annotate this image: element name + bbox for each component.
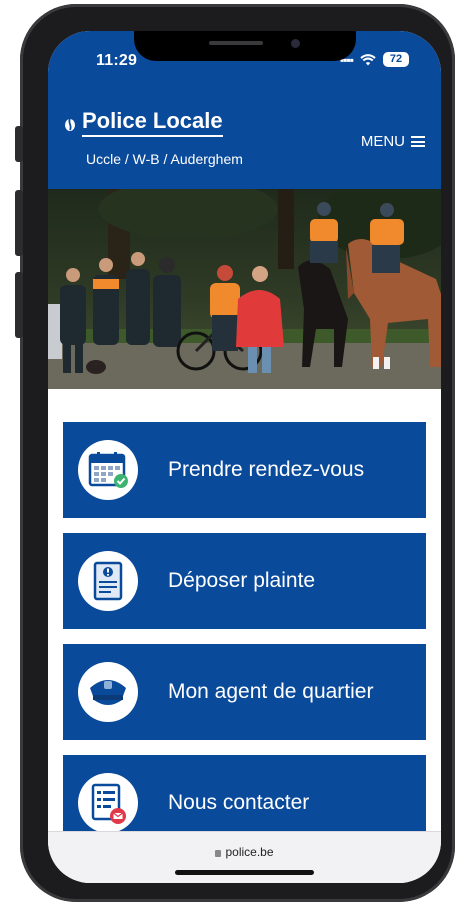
hero-photo [48, 189, 441, 389]
complaint-label: Déposer plainte [168, 569, 316, 592]
status-icons: ▪▪▪▪ 72 [340, 52, 409, 67]
calendar-check-icon [88, 452, 128, 488]
wifi-icon [360, 53, 376, 65]
contact-label: Nous contacter [168, 791, 310, 814]
file-complaint-button[interactable]: Déposer plainte [63, 533, 426, 629]
site-subtitle: Uccle / W-B / Auderghem [86, 151, 243, 167]
volume-down-button [15, 272, 23, 338]
team-photo-image [48, 189, 441, 389]
contact-us-button[interactable]: Nous contacter [63, 755, 426, 831]
menu-label: MENU [360, 133, 405, 150]
front-camera [291, 39, 300, 48]
officer-label: Mon agent de quartier [168, 680, 374, 703]
browser-address-bar[interactable]: police.be [48, 831, 441, 883]
status-time: 11:29 [96, 52, 138, 69]
site-logo-link[interactable]: Police Locale [64, 110, 223, 137]
appointment-label: Prendre rendez-vous [168, 458, 365, 481]
home-indicator[interactable] [175, 870, 314, 875]
contact-form-icon [91, 783, 126, 824]
appointment-button[interactable]: Prendre rendez-vous [63, 422, 426, 518]
appointment-icon-circle [78, 440, 138, 500]
site-header: 11:29 ▪▪▪▪ 72 Police Locale Uccle / W-B … [48, 31, 441, 189]
url-text: police.be [225, 845, 274, 859]
url-display[interactable]: police.be [48, 845, 441, 859]
camera-notch [134, 31, 356, 61]
neighbourhood-officer-button[interactable]: Mon agent de quartier [63, 644, 426, 740]
battery-icon: 72 [383, 52, 409, 67]
site-title: Police Locale [82, 110, 223, 137]
hamburger-icon [411, 136, 425, 147]
lock-icon [215, 850, 222, 857]
complaint-icon-circle [78, 551, 138, 611]
speaker-grille [209, 41, 263, 45]
mute-switch [15, 126, 23, 162]
quick-actions: Prendre rendez-vous Déposer plainte Mon … [48, 389, 441, 831]
police-flame-logo-icon [65, 118, 75, 131]
police-cap-icon [90, 680, 126, 705]
screen: 11:29 ▪▪▪▪ 72 Police Locale Uccle / W-B … [48, 31, 441, 883]
officer-icon-circle [78, 662, 138, 722]
complaint-document-icon [93, 561, 123, 601]
menu-button[interactable]: MENU [361, 133, 425, 150]
volume-up-button [15, 190, 23, 256]
contact-icon-circle [78, 773, 138, 831]
